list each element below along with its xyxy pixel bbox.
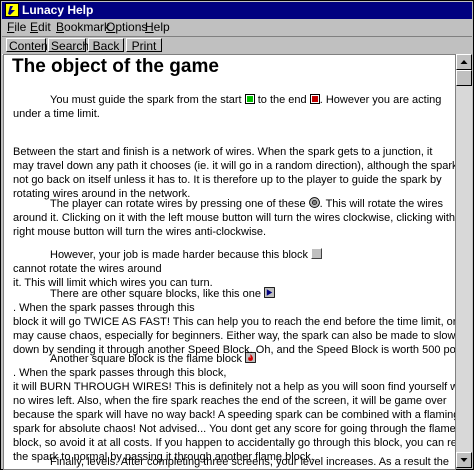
fixed-block-icon	[311, 248, 323, 259]
scroll-down-button[interactable]	[456, 452, 472, 468]
paragraph-fixed-block: However, your job is made harder because…	[13, 248, 451, 290]
paragraph-speed-block: There are other square blocks, like this…	[13, 287, 456, 356]
print-button[interactable]: Print	[126, 38, 162, 53]
contents-button[interactable]: Contents	[6, 38, 57, 53]
menu-help[interactable]: Help	[145, 20, 170, 35]
window-title: Lunacy Help	[22, 3, 94, 17]
help-window: Lunacy Help File Edit Bookmark Options H…	[0, 0, 474, 470]
paragraph-start-end: You must guide the spark from the start …	[13, 94, 442, 120]
arrow-down-icon	[460, 458, 468, 462]
menu-bookmark[interactable]: Bookmark	[56, 20, 110, 35]
search-button[interactable]: Search	[48, 38, 89, 53]
speed-block-icon	[264, 287, 275, 298]
paragraph-levels: Finally, levels. After completing three …	[50, 456, 450, 468]
menu-bar: File Edit Bookmark Options Help	[2, 19, 472, 36]
help-content[interactable]: The object of the game You must guide th…	[3, 54, 456, 470]
rotator-icon	[308, 197, 320, 208]
menu-edit[interactable]: Edit	[30, 20, 51, 35]
app-icon	[5, 3, 19, 17]
paragraph-flame-block: Another square block is the flame block …	[13, 352, 456, 463]
end-block-icon	[309, 94, 320, 104]
menu-options[interactable]: Options	[106, 20, 147, 35]
paragraph-rotate: The player can rotate wires by pressing …	[13, 197, 456, 238]
vertical-scrollbar[interactable]	[456, 54, 472, 468]
menu-file[interactable]: File	[7, 20, 26, 35]
title-bar[interactable]: Lunacy Help	[2, 2, 472, 19]
flame-block-icon	[245, 352, 256, 363]
toolbar: Contents Search Back Print	[2, 36, 472, 55]
scroll-thumb[interactable]	[456, 70, 472, 86]
page-title: The object of the game	[12, 56, 219, 77]
arrow-up-icon	[460, 60, 468, 64]
start-block-icon	[244, 94, 255, 104]
back-button[interactable]: Back	[88, 38, 124, 53]
scroll-up-button[interactable]	[456, 54, 472, 70]
paragraph-wires: Between the start and finish is a networ…	[13, 146, 456, 200]
